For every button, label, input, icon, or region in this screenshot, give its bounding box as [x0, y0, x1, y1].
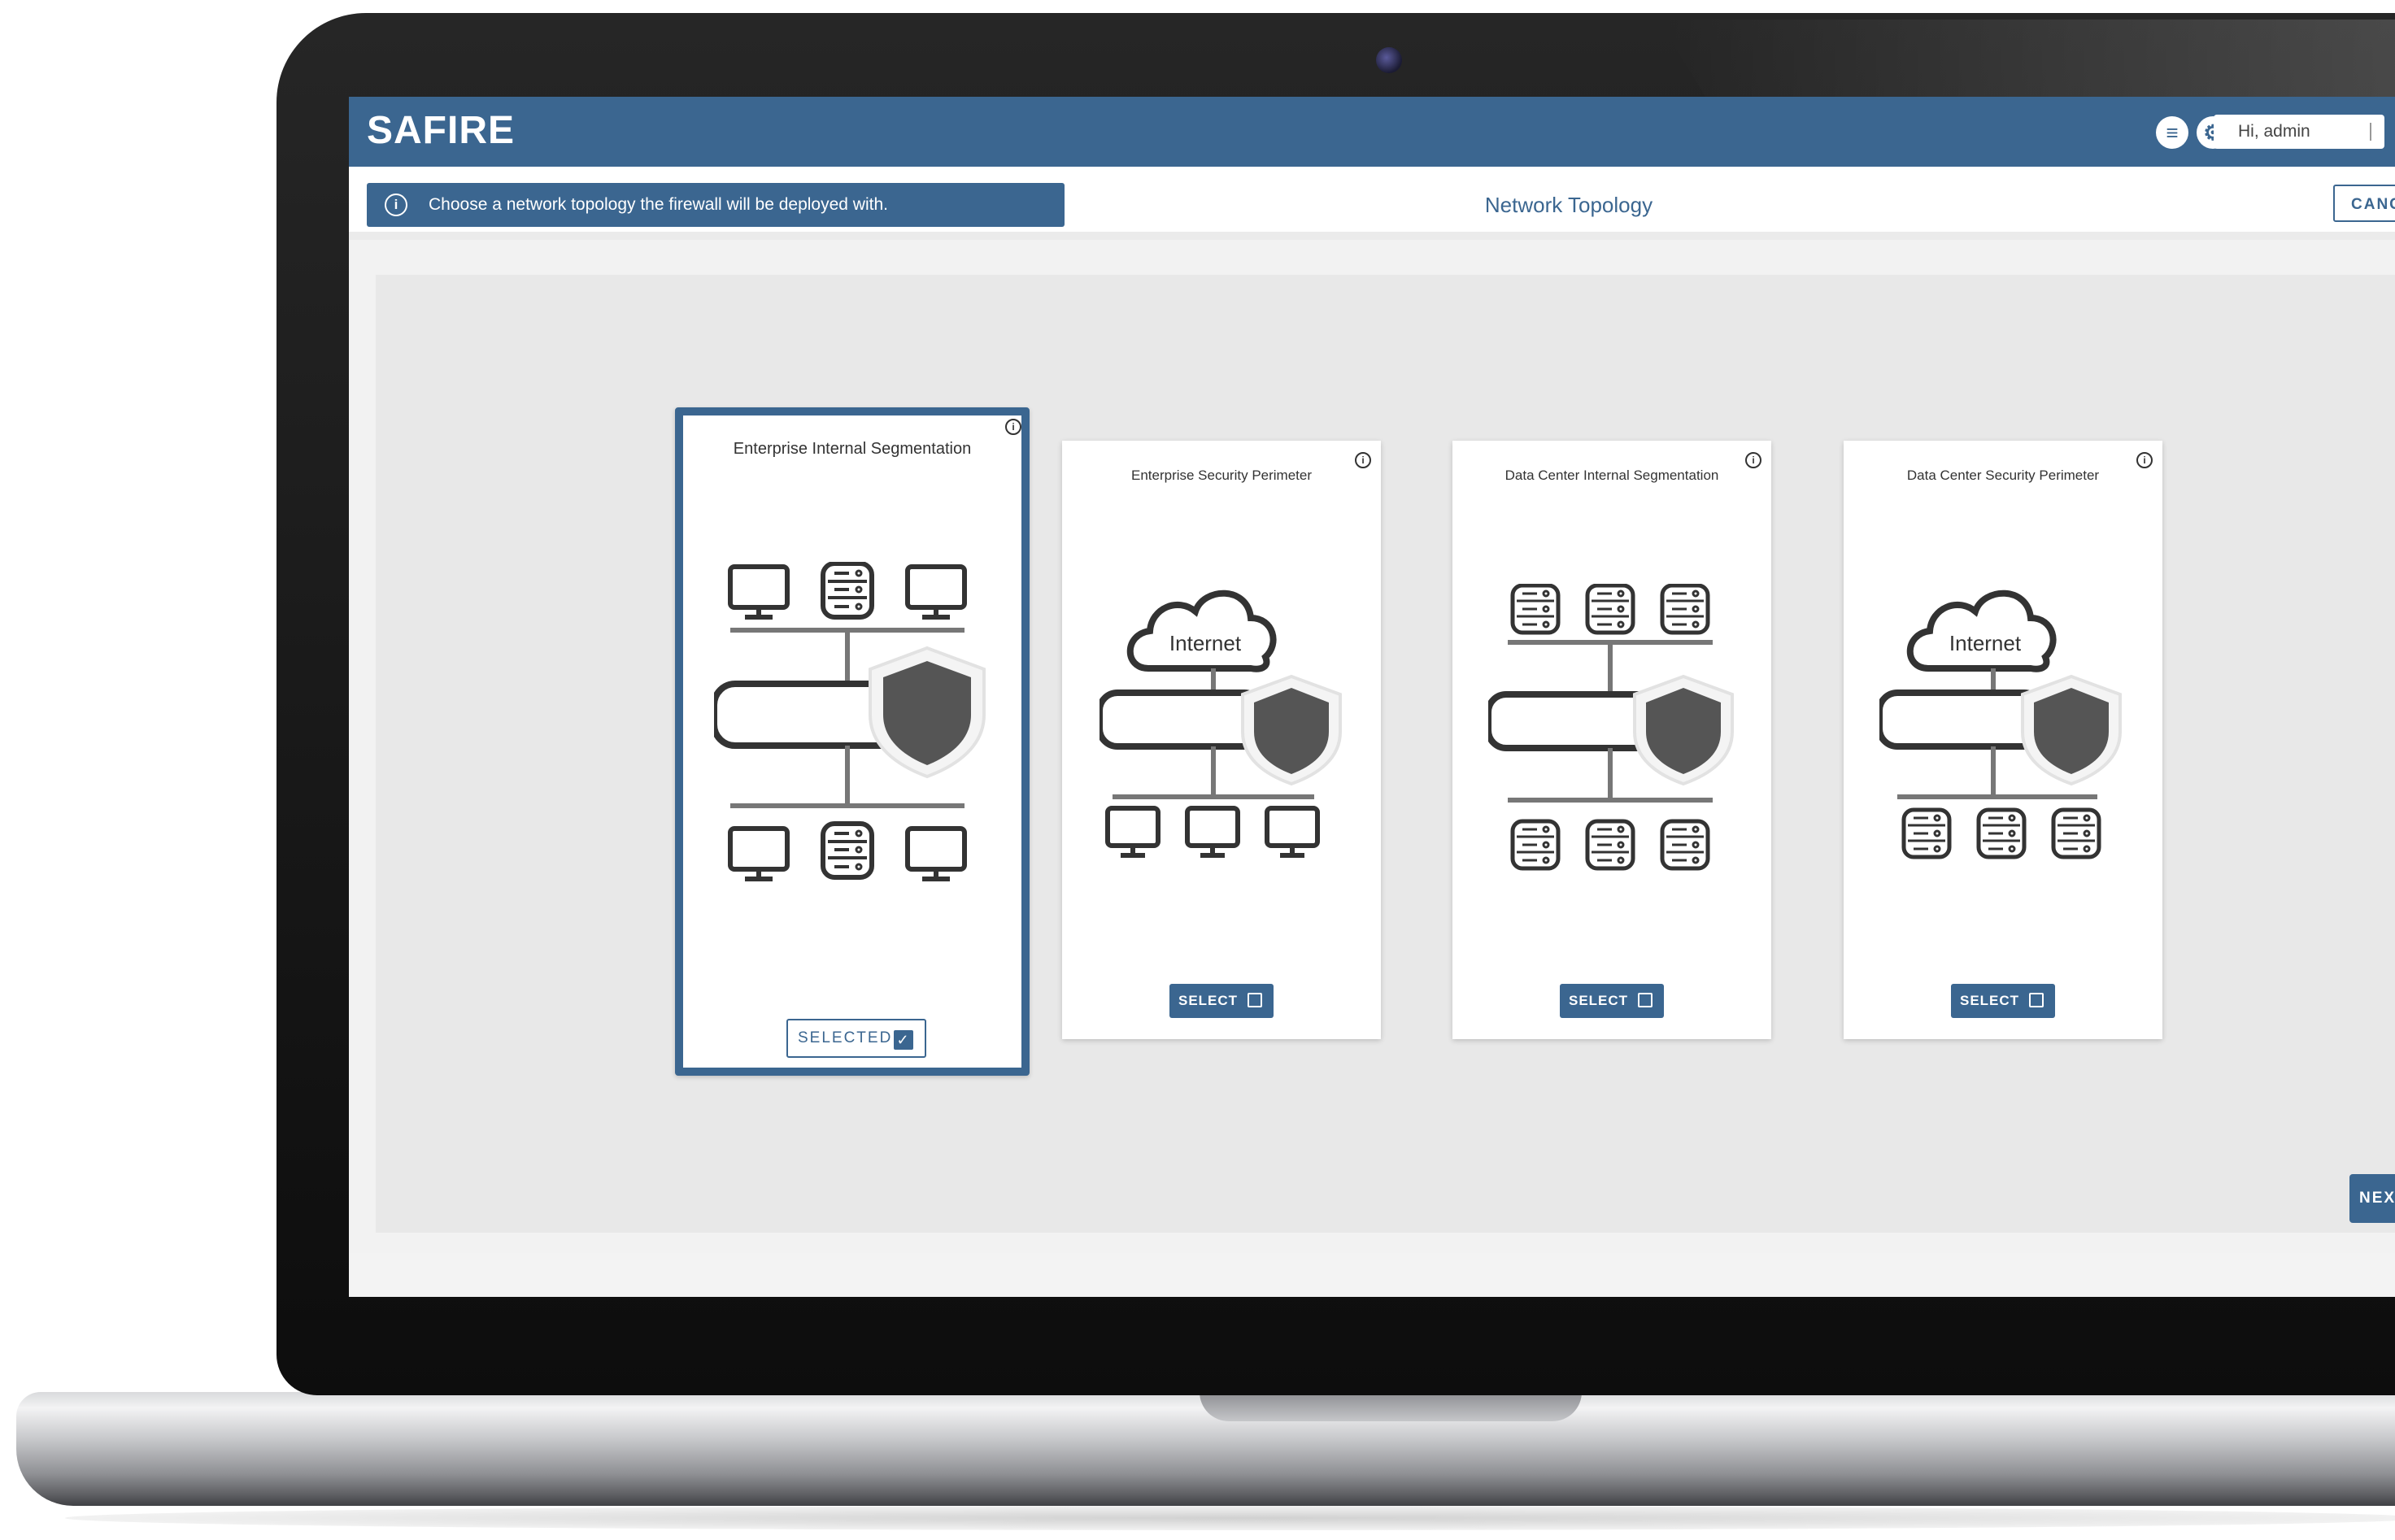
card-title: Enterprise Security Perimeter — [1130, 468, 1313, 483]
checkbox-empty-icon — [1638, 993, 1653, 1007]
card-title: Data Center Security Perimeter — [1906, 468, 2100, 483]
select-label: SELECT — [1178, 993, 1239, 1008]
select-button[interactable]: SELECT — [1560, 984, 1664, 1018]
select-label: SELECT — [1960, 993, 2020, 1008]
action-bar: i Choose a network topology the firewall… — [349, 167, 2395, 240]
checkbox-empty-icon — [2029, 993, 2044, 1007]
lid-glare — [1659, 20, 2395, 101]
security-perimeter-diagram: Internet — [1879, 589, 2122, 859]
app-screen: SAFIRE ≡ ⚙ Hi, admin i Choose a network … — [349, 97, 2395, 1297]
cancel-button[interactable]: CANC — [2333, 185, 2395, 222]
info-text: Choose a network topology the firewall w… — [429, 195, 888, 214]
checkbox-empty-icon — [1248, 993, 1262, 1007]
app-logo: SAFIRE — [367, 109, 516, 152]
internal-segmentation-diagram — [714, 562, 986, 881]
top-navbar: SAFIRE ≡ ⚙ Hi, admin — [349, 97, 2395, 167]
topology-card-datacenter-perimeter[interactable]: Data Center Security Perimeter i Interne… — [1844, 441, 2162, 1039]
greeting-divider — [2370, 123, 2371, 141]
select-button[interactable]: SELECT — [1951, 984, 2055, 1018]
menu-icon[interactable]: ≡ — [2156, 116, 2188, 149]
selected-button[interactable]: SELECTED ✓ — [786, 1019, 926, 1058]
selected-label: SELECTED — [798, 1029, 893, 1046]
info-icon: i — [385, 194, 407, 216]
laptop-base-notch — [1200, 1392, 1582, 1421]
user-greeting[interactable]: Hi, admin — [2214, 115, 2384, 149]
internet-label: Internet — [1169, 631, 1242, 655]
internal-segmentation-diagram — [1488, 584, 1734, 871]
card-title: Data Center Internal Segmentation — [1504, 468, 1719, 483]
topology-card-enterprise-internal[interactable]: Enterprise Internal Segmentation i SELEC… — [675, 407, 1030, 1076]
internet-label: Internet — [1949, 631, 2022, 655]
select-button[interactable]: SELECT — [1169, 984, 1274, 1018]
security-perimeter-diagram: Internet — [1100, 589, 1342, 858]
info-icon[interactable]: i — [1005, 419, 1021, 435]
info-icon[interactable]: i — [1745, 452, 1761, 468]
topology-card-enterprise-perimeter[interactable]: Enterprise Security Perimeter i Internet — [1062, 441, 1381, 1039]
topology-content: Enterprise Internal Segmentation i SELEC… — [376, 275, 2395, 1233]
checkbox-checked-icon: ✓ — [894, 1030, 913, 1050]
footer-strip — [349, 1253, 2395, 1297]
webcam-icon — [1376, 47, 1402, 73]
next-button[interactable]: NEXT — [2349, 1174, 2395, 1223]
card-title: Enterprise Internal Segmentation — [733, 440, 972, 458]
select-label: SELECT — [1569, 993, 1629, 1008]
laptop-shadow — [65, 1506, 2395, 1530]
page-title: Network Topology — [1484, 193, 1653, 217]
info-icon[interactable]: i — [1355, 452, 1371, 468]
topology-card-datacenter-internal[interactable]: Data Center Internal Segmentation i SELE… — [1452, 441, 1771, 1039]
info-icon[interactable]: i — [2136, 452, 2153, 468]
info-banner: i Choose a network topology the firewall… — [367, 183, 1065, 227]
